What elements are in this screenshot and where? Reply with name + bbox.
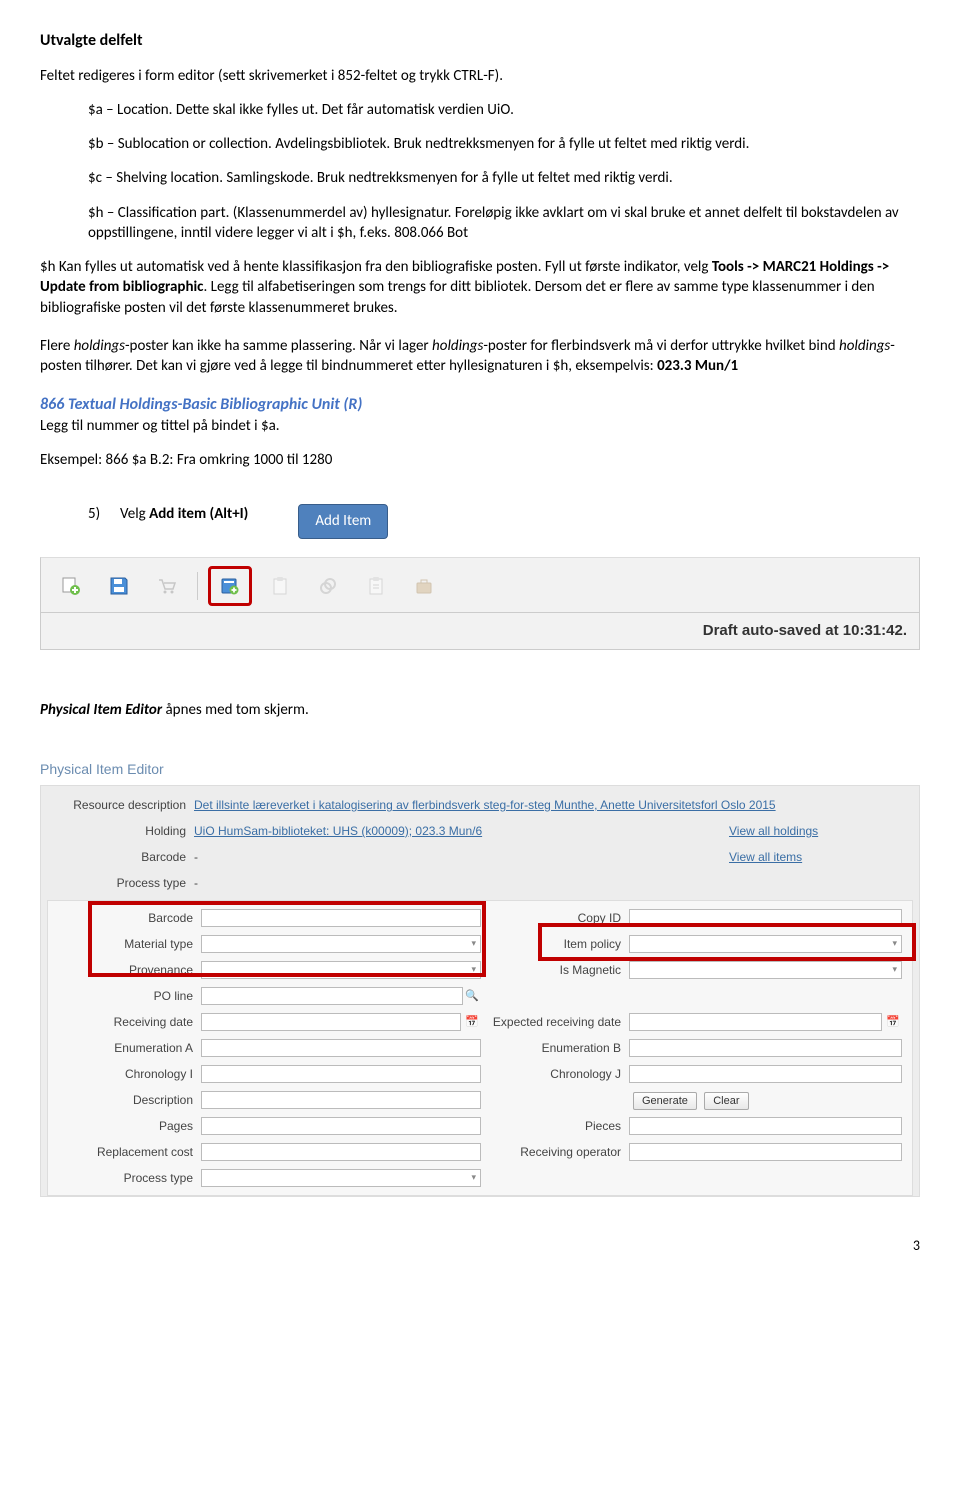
calendar-icon[interactable]: 📅 (463, 1013, 481, 1031)
label-is-magnetic: Is Magnetic (481, 962, 629, 978)
section-866-sub: Legg til nummer og tittel på bindet i $a… (40, 416, 920, 436)
label-enum-b: Enumeration B (481, 1040, 629, 1056)
input-chron-i[interactable] (201, 1065, 481, 1083)
physical-item-editor-title: Physical Item Editor (40, 760, 920, 779)
label-receiving-operator: Receiving operator (481, 1144, 629, 1160)
label-inner-barcode: Barcode (58, 910, 201, 926)
callout-add-item: Add Item (298, 504, 388, 538)
para-auto-h: $h Kan fylles ut automatisk ved å hente … (40, 257, 920, 318)
label-chron-i: Chronology I (58, 1066, 201, 1082)
physical-item-editor-panel: Resource description Det illsinte læreve… (40, 785, 920, 1197)
dropdown-material-type[interactable] (201, 935, 481, 953)
search-icon[interactable]: 🔍 (463, 987, 481, 1005)
label-pieces: Pieces (481, 1118, 629, 1134)
label-process-type-inner: Process type (58, 1170, 201, 1186)
label-pages: Pages (58, 1118, 201, 1134)
label-replacement-cost: Replacement cost (58, 1144, 201, 1160)
add-item-icon[interactable] (208, 566, 252, 606)
example-866: Eksempel: 866 $a B.2: Fra omkring 1000 t… (40, 450, 920, 470)
clipboard2-icon[interactable] (356, 568, 396, 604)
input-barcode[interactable] (201, 909, 481, 927)
section-title: Utvalgte delfelt (40, 30, 920, 52)
label-enum-a: Enumeration A (58, 1040, 201, 1056)
dropdown-process-type[interactable] (201, 1169, 481, 1187)
label-copy-id: Copy ID (481, 910, 629, 926)
label-description: Description (58, 1092, 201, 1108)
value-process-type: - (194, 875, 909, 891)
input-po-line[interactable] (201, 987, 463, 1005)
calendar-icon[interactable]: 📅 (884, 1013, 902, 1031)
briefcase-icon[interactable] (404, 568, 444, 604)
phys-editor-opens: Physical Item Editor åpnes med tom skjer… (40, 700, 920, 720)
input-chron-j[interactable] (629, 1065, 902, 1083)
dropdown-is-magnetic[interactable] (629, 961, 902, 979)
value-resource-desc[interactable]: Det illsinte læreverket i katalogisering… (194, 797, 909, 813)
input-expected-receiving-date[interactable] (629, 1013, 882, 1031)
draft-saved-text: Draft auto-saved at 10:31:42. (691, 613, 919, 649)
input-pages[interactable] (201, 1117, 481, 1135)
input-enum-b[interactable] (629, 1039, 902, 1057)
label-material-type: Material type (58, 936, 201, 952)
input-receiving-operator[interactable] (629, 1143, 902, 1161)
value-holding[interactable]: UiO HumSam-biblioteket: UHS (k00009); 02… (194, 823, 614, 839)
page-number: 3 (40, 1237, 920, 1256)
label-expected-receiving-date: Expected receiving date (481, 1014, 629, 1030)
para-holdings: Flere holdings-poster kan ikke ha samme … (40, 336, 920, 377)
label-resource-desc: Resource description (51, 797, 194, 813)
label-provenance: Provenance (58, 962, 201, 978)
section-866-heading: 866 Textual Holdings-Basic Bibliographic… (40, 394, 920, 416)
item-form: Barcode Copy ID Material type Item polic… (47, 900, 913, 1196)
label-item-policy: Item policy (481, 936, 629, 952)
label-barcode: Barcode (51, 849, 194, 865)
cart-icon[interactable] (147, 568, 187, 604)
field-c: $c – Shelving location. Samlingskode. Br… (88, 168, 920, 188)
field-a: $a – Location. Dette skal ikke fylles ut… (88, 100, 920, 120)
label-po-line: PO line (58, 988, 201, 1004)
input-receiving-date[interactable] (201, 1013, 461, 1031)
input-enum-a[interactable] (201, 1039, 481, 1057)
field-h: $h – Classification part. (Klassenummerd… (88, 203, 920, 244)
dropdown-provenance[interactable] (201, 961, 481, 979)
label-holding: Holding (51, 823, 194, 839)
link-view-all-items[interactable]: View all items (729, 849, 909, 865)
step-5-text: Velg Add item (Alt+I) (120, 504, 248, 524)
input-replacement-cost[interactable] (201, 1143, 481, 1161)
step-5-number: 5) (88, 504, 110, 524)
link-view-all-holdings[interactable]: View all holdings (729, 823, 909, 839)
clipboard-icon[interactable] (260, 568, 300, 604)
link-icon[interactable] (308, 568, 348, 604)
label-chron-j: Chronology J (481, 1066, 629, 1082)
intro-text: Feltet redigeres i form editor (sett skr… (40, 66, 920, 86)
add-record-icon[interactable] (51, 568, 91, 604)
label-receiving-date: Receiving date (58, 1014, 201, 1030)
save-icon[interactable] (99, 568, 139, 604)
dropdown-item-policy[interactable] (629, 935, 902, 953)
generate-button[interactable]: Generate (633, 1092, 697, 1110)
value-barcode: - (194, 849, 614, 865)
label-process-type: Process type (51, 875, 194, 891)
editor-toolbar (40, 557, 920, 613)
input-description[interactable] (201, 1091, 481, 1109)
input-pieces[interactable] (629, 1117, 902, 1135)
field-b: $b – Sublocation or collection. Avdeling… (88, 134, 920, 154)
input-copy-id[interactable] (629, 909, 902, 927)
clear-button[interactable]: Clear (704, 1092, 748, 1110)
